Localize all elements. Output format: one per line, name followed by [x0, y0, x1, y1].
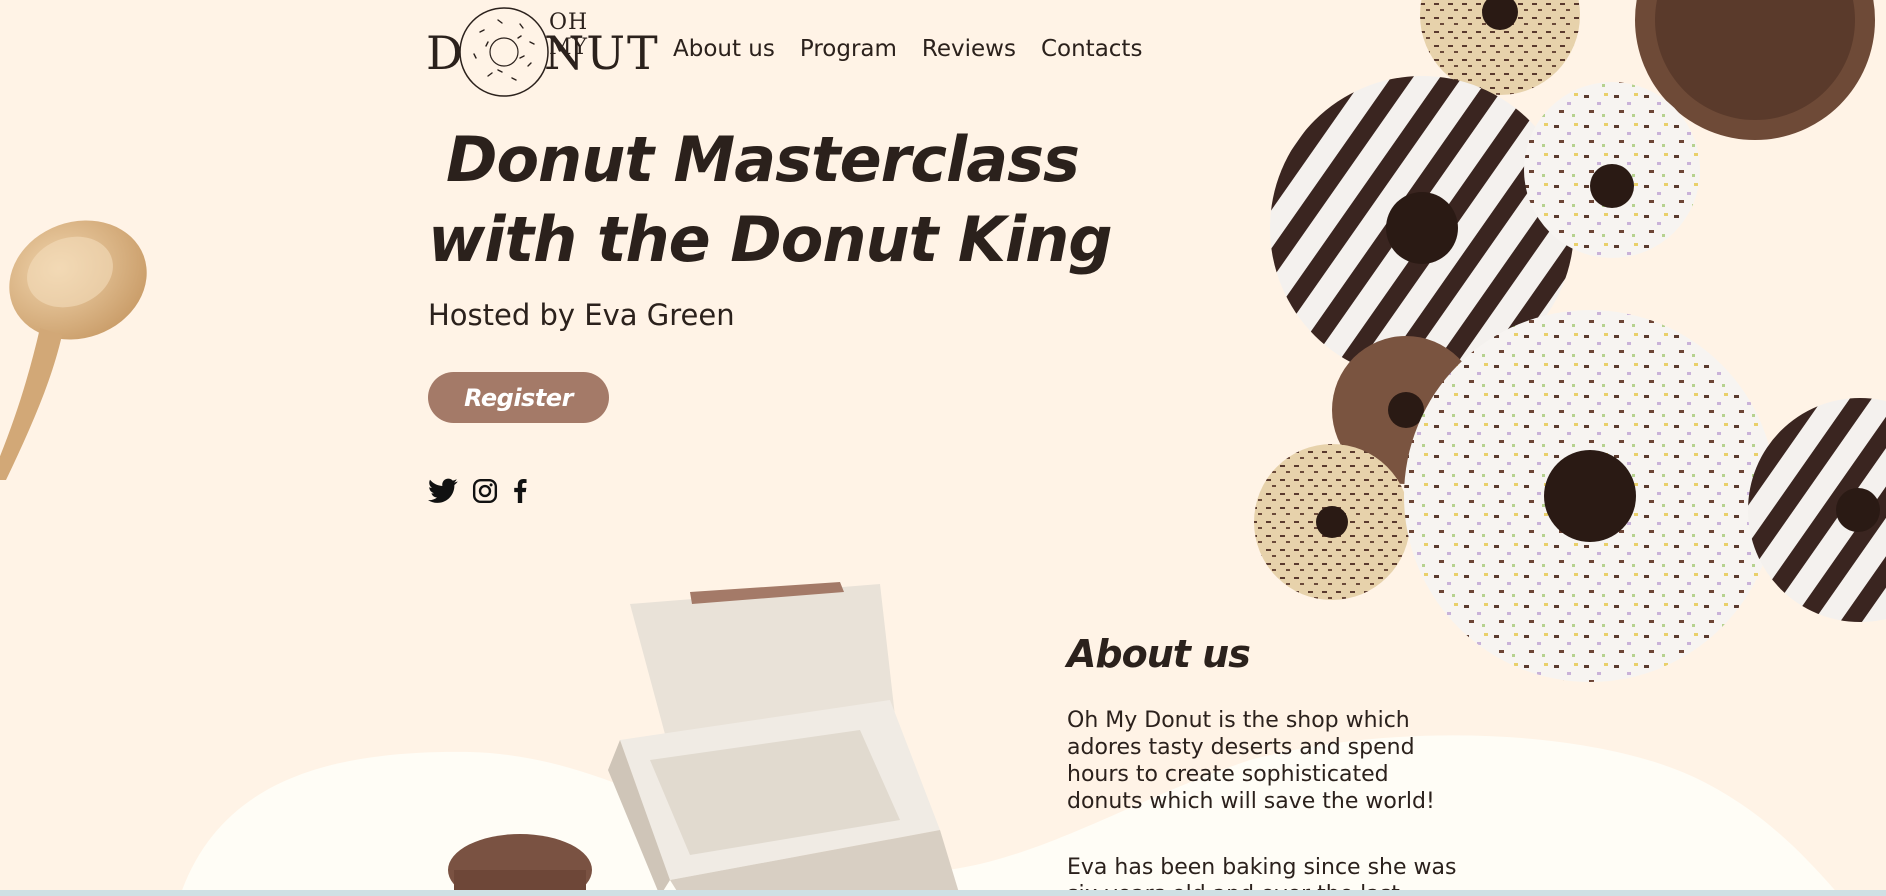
logo-nut-text: NUT — [544, 26, 660, 80]
wooden-spoon-image — [0, 220, 147, 480]
main-nav: About us Program Reviews Contacts — [673, 36, 1142, 62]
about-heading: About us — [1067, 632, 1251, 676]
nav-program[interactable]: Program — [800, 36, 897, 62]
donut-box-image — [448, 582, 960, 896]
social-links — [428, 478, 528, 504]
nav-about-us[interactable]: About us — [673, 36, 775, 62]
register-button[interactable]: Register — [428, 372, 609, 423]
nav-contacts[interactable]: Contacts — [1041, 36, 1142, 62]
landing-page: OH MY D NUT About us Program Reviews Con… — [0, 0, 1886, 896]
hero-subtitle: Hosted by Eva Green — [428, 298, 735, 332]
twitter-icon[interactable] — [428, 478, 458, 504]
nav-reviews[interactable]: Reviews — [922, 36, 1016, 62]
logo-d-letter: D — [426, 26, 463, 80]
horizontal-scrollbar[interactable] — [0, 890, 1886, 896]
donut-logo-icon — [459, 7, 549, 97]
about-paragraph-1: Oh My Donut is the shop which adores tas… — [1067, 708, 1435, 814]
facebook-icon[interactable] — [512, 479, 528, 503]
hero-title-line-1: Donut Masterclass — [446, 123, 1080, 196]
hero-title: Donut Masterclass with the Donut King — [428, 120, 1113, 280]
instagram-icon[interactable] — [472, 478, 498, 504]
logo[interactable]: OH MY D NUT — [424, 4, 658, 98]
hero-title-line-2: with the Donut King — [428, 203, 1113, 276]
donuts-hero-image — [1254, 0, 1886, 682]
